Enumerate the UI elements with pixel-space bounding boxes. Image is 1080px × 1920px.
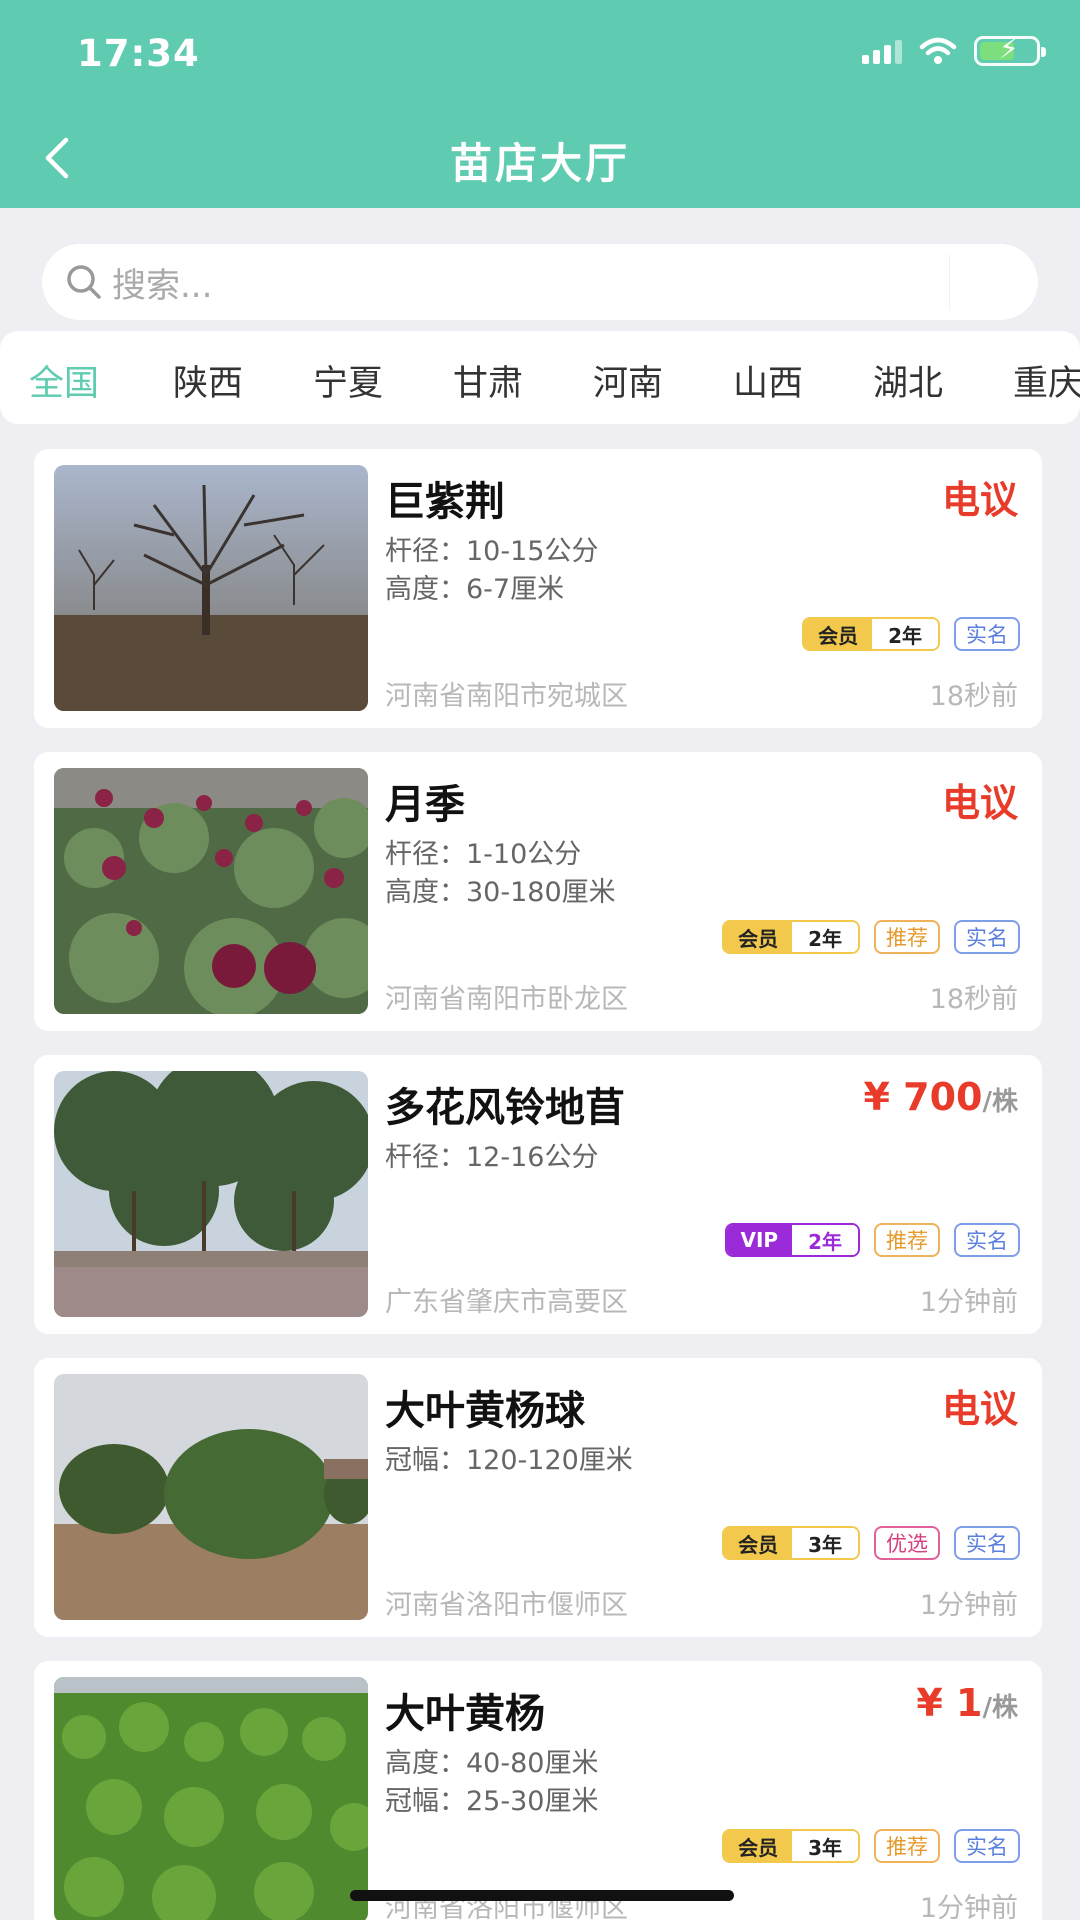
spec-line: 杆径：1-10公分 [385,839,582,870]
status-icons: ⚡ [862,35,1046,66]
badge-group: VIP 2年 推荐 实名 [724,1223,1020,1257]
plant-photo [54,768,368,1014]
page-title: 苗店大厅 [449,139,630,188]
tab-all[interactable]: 全国 [29,355,99,406]
search-input[interactable]: 搜索... [42,244,1038,320]
spec-line: 冠幅：25-30厘米 [385,1786,599,1817]
location-text: 河南省南阳市卧龙区 [385,984,628,1015]
search-placeholder: 搜索... [112,265,213,306]
tab-henan[interactable]: 河南 [593,355,663,406]
search-icon [67,265,101,299]
cellular-signal-icon [862,38,902,64]
badge-group: 会员 3年 优选 实名 [722,1526,1020,1560]
spec-line: 杆径：12-16公分 [385,1142,599,1173]
tab-shanxi[interactable]: 山西 [733,355,803,406]
post-time: 18秒前 [929,984,1018,1015]
search-divider [949,254,950,310]
price-label: 电议 [941,781,1018,825]
plant-name: 巨紫荆 [385,479,505,525]
vip-badge: VIP 2年 [724,1223,860,1257]
post-time: 1分钟前 [919,1287,1018,1318]
verified-tag: 实名 [954,617,1020,651]
location-text: 河南省洛阳市偃师区 [385,1590,628,1621]
battery-charging-icon: ⚡ [974,35,1046,66]
wifi-icon [919,37,957,64]
price-label: 电议 [941,478,1018,522]
status-time: 17:34 [77,32,200,75]
listing-card[interactable]: 大叶黄杨球 电议 冠幅：120-120厘米 会员 3年 优选 实名 河南省洛阳市偃… [34,1358,1042,1637]
plant-photo [54,1071,368,1317]
spec-line: 高度：40-80厘米 [385,1748,599,1779]
spec-line: 杆径：10-15公分 [385,536,599,567]
post-time: 1分钟前 [919,1590,1018,1621]
plant-photo [54,1677,368,1920]
verified-tag: 实名 [954,920,1020,954]
badge-group: 会员 3年 推荐 实名 [722,1829,1020,1863]
price-label: 电议 [941,1387,1018,1431]
post-time: 18秒前 [929,681,1018,712]
listing-card[interactable]: 多花风铃地苜 ¥ 700/株 杆径：12-16公分 VIP 2年 推荐 实名 广东… [34,1055,1042,1334]
tab-ningxia[interactable]: 宁夏 [313,355,383,406]
member-badge: 会员 2年 [722,920,860,954]
region-tabs: 全国 陕西 宁夏 甘肃 河南 山西 湖北 重庆 [0,331,1080,424]
location-text: 广东省肇庆市高要区 [385,1287,628,1318]
tab-hubei[interactable]: 湖北 [873,355,943,406]
plant-photo [54,1374,368,1620]
listing-card[interactable]: 月季 电议 杆径：1-10公分 高度：30-180厘米 会员 2年 推荐 实名 河… [34,752,1042,1031]
member-badge: 会员 3年 [722,1526,860,1560]
price-label: ¥ 700/株 [863,1075,1019,1119]
recommended-tag: 推荐 [874,1223,940,1257]
plant-photo [54,465,368,711]
plant-name: 月季 [385,782,465,828]
verified-tag: 实名 [954,1223,1020,1257]
plant-name: 大叶黄杨球 [385,1388,585,1434]
listing-card[interactable]: 大叶黄杨 ¥ 1/株 高度：40-80厘米 冠幅：25-30厘米 会员 3年 推荐… [34,1661,1042,1920]
badge-group: 会员 2年 实名 [802,617,1020,651]
spec-line: 高度：6-7厘米 [385,574,565,605]
listing-card[interactable]: 巨紫荆 电议 杆径：10-15公分 高度：6-7厘米 会员 2年 实名 河南省南阳… [34,449,1042,728]
tab-shaanxi[interactable]: 陕西 [173,355,243,406]
plant-name: 多花风铃地苜 [385,1085,625,1131]
member-badge: 会员 3年 [722,1829,860,1863]
spec-line: 冠幅：120-120厘米 [385,1445,633,1476]
verified-tag: 实名 [954,1829,1020,1863]
recommended-tag: 推荐 [874,920,940,954]
verified-tag: 实名 [954,1526,1020,1560]
app-header: 17:34 ⚡ 苗店大厅 [0,0,1080,208]
plant-name: 大叶黄杨 [385,1691,545,1737]
badge-group: 会员 2年 推荐 实名 [722,920,1020,954]
tab-chongqing[interactable]: 重庆 [1013,355,1080,406]
featured-tag: 优选 [874,1526,940,1560]
spec-line: 高度：30-180厘米 [385,877,616,908]
recommended-tag: 推荐 [874,1829,940,1863]
location-text: 河南省南阳市宛城区 [385,681,628,712]
post-time: 1分钟前 [919,1893,1018,1920]
home-indicator[interactable] [350,1890,734,1901]
price-label: ¥ 1/株 [916,1681,1018,1725]
tab-gansu[interactable]: 甘肃 [453,355,523,406]
member-badge: 会员 2年 [802,617,940,651]
